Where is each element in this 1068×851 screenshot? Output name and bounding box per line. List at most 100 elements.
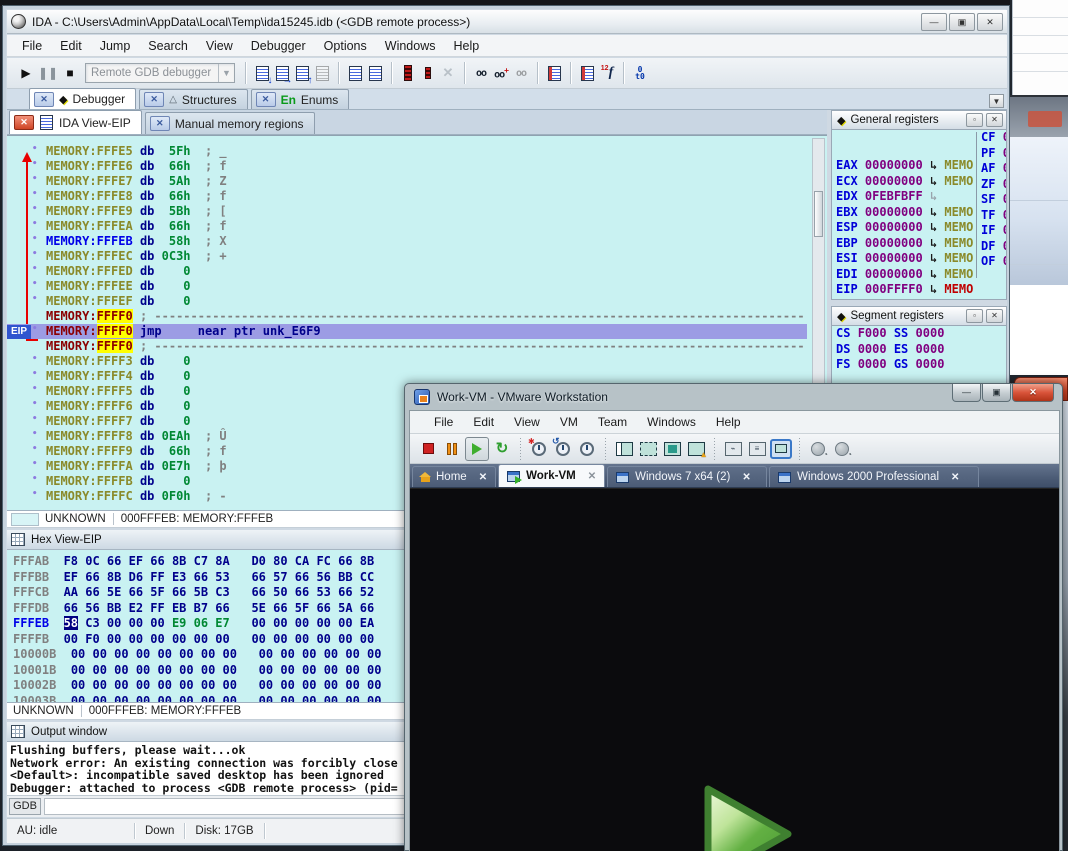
tab-enums[interactable]: ✕ En Enums	[250, 89, 350, 109]
vm-tab-home[interactable]: Home ✕	[412, 466, 497, 487]
menu-item-windows[interactable]: Windows	[376, 37, 445, 55]
flag-row[interactable]: SF 0	[981, 192, 1006, 208]
open-threads-icon[interactable]	[365, 62, 385, 84]
vm-tab-windows-7-x64-2-[interactable]: Windows 7 x64 (2) ✕	[607, 466, 768, 487]
trace-icon[interactable]: 0 t0	[630, 62, 650, 84]
watch-icon[interactable]: oo	[471, 62, 491, 84]
revert-snapshot-icon[interactable]	[551, 436, 575, 461]
fit-window-icon[interactable]	[660, 437, 684, 461]
menu-item-file[interactable]: File	[13, 37, 51, 55]
menu-item-help[interactable]: Help	[444, 37, 488, 55]
pause-process-icon[interactable]: ❚❚	[37, 62, 59, 84]
fit-guest-icon[interactable]	[636, 437, 660, 461]
disasm-line[interactable]: MEMORY:FFFF0 ; -------------------------…	[7, 309, 811, 324]
step-into-icon[interactable]	[252, 62, 273, 86]
reset-icon[interactable]: ↻	[490, 437, 514, 461]
delete-icon[interactable]: ✕	[438, 62, 458, 84]
close-tab-icon[interactable]: ✕	[34, 91, 54, 107]
disasm-line[interactable]: • MEMORY:FFFE6 db 66h ; f	[7, 159, 811, 174]
menu-item-view[interactable]: View	[197, 37, 242, 55]
register-row[interactable]: EBX 00000000 ↳ MEMO	[832, 205, 1006, 221]
disasm-line[interactable]: • MEMORY:FFFEE db 0	[7, 279, 811, 294]
tab-debugger[interactable]: ✕ ◆ Debugger	[29, 88, 137, 109]
unity-warning-icon[interactable]	[684, 437, 708, 461]
snapshot-manager-icon[interactable]	[575, 437, 599, 461]
run-to-cursor-icon[interactable]	[312, 62, 332, 84]
close-tab-icon[interactable]: ✕	[255, 92, 276, 107]
disasm-line[interactable]: • MEMORY:FFFEA db 66h ; f	[7, 219, 811, 234]
vm-menu-item-windows[interactable]: Windows	[637, 413, 706, 431]
disasm-line[interactable]: • MEMORY:FFFF0 jmp near ptr unk_E6F9	[7, 324, 807, 339]
maximize-icon[interactable]: ▣	[982, 384, 1011, 402]
vmware-titlebar[interactable]: Work-VM - VMware Workstation — ▣ ✕	[405, 384, 1062, 410]
add-breakpoint-icon[interactable]	[418, 62, 438, 84]
flag-row[interactable]: IF 0	[981, 223, 1006, 239]
register-row[interactable]: EBP 00000000 ↳ MEMO	[832, 236, 1006, 252]
disasm-line[interactable]: • MEMORY:FFFF3 db 0	[7, 354, 811, 369]
menu-item-search[interactable]: Search	[139, 37, 197, 55]
segment-register-row[interactable]: CS F000 SS 0000	[832, 326, 1006, 342]
close-tab-icon[interactable]: ✕	[742, 472, 750, 483]
library-view-icon[interactable]	[769, 437, 793, 461]
disasm-line[interactable]: • MEMORY:FFFED db 0	[7, 264, 811, 279]
close-icon[interactable]: ✕	[1012, 384, 1054, 402]
menu-item-edit[interactable]: Edit	[51, 37, 91, 55]
close-tab-icon[interactable]: ✕	[144, 92, 165, 107]
close-panel-icon[interactable]: ✕	[986, 309, 1003, 323]
vm-menu-item-help[interactable]: Help	[706, 413, 751, 431]
register-row[interactable]: EDI 00000000 ↳ MEMO	[832, 267, 1006, 283]
menu-item-debugger[interactable]: Debugger	[242, 37, 315, 55]
restore-panel-icon[interactable]: ▫	[966, 113, 983, 127]
function-list-icon[interactable]: 12f	[597, 62, 617, 84]
register-row[interactable]: EAX 00000000 ↳ MEMO	[832, 158, 1006, 174]
menu-item-jump[interactable]: Jump	[91, 37, 140, 55]
restore-panel-icon[interactable]: ▫	[966, 309, 983, 323]
register-row[interactable]: EIP 000FFFF0 ↳ MEMO	[832, 282, 1006, 298]
vm-tab-work-vm[interactable]: Work-VM ✕	[498, 464, 606, 487]
flag-row[interactable]: TF 0	[981, 208, 1006, 224]
show-sidebar-icon[interactable]	[612, 437, 636, 461]
flag-row[interactable]: OF 0	[981, 254, 1006, 270]
power-off-icon[interactable]	[416, 437, 440, 461]
close-panel-icon[interactable]: ✕	[986, 113, 1003, 127]
segment-list-icon[interactable]	[577, 62, 597, 84]
run-until-return-icon[interactable]	[292, 62, 313, 86]
vm-console-screen[interactable]	[410, 488, 1059, 851]
flag-row[interactable]: PF 0	[981, 146, 1006, 162]
vm-menu-item-edit[interactable]: Edit	[463, 413, 504, 431]
flag-row[interactable]: ZF 0	[981, 177, 1006, 193]
vm-menu-item-vm[interactable]: VM	[550, 413, 588, 431]
minimize-icon[interactable]: —	[952, 384, 981, 402]
vm-menu-item-team[interactable]: Team	[588, 413, 637, 431]
flag-row[interactable]: DF 0	[981, 239, 1006, 255]
disasm-line[interactable]: • MEMORY:FFFEB db 58h ; X	[7, 234, 811, 249]
manage-vms-icon[interactable]	[830, 437, 854, 461]
debugger-selector[interactable]: Remote GDB debugger ▼	[85, 63, 235, 83]
disasm-line[interactable]: • MEMORY:FFFE5 db 5Fh ; _	[7, 144, 811, 159]
register-row[interactable]: EFL 00000002	[832, 298, 1006, 300]
add-watch-icon[interactable]: oo+	[491, 62, 511, 84]
console-view-icon[interactable]: ⌁	[721, 437, 745, 461]
general-registers-body[interactable]: EAX 00000000 ↳ MEMO ECX 00000000 ↳ MEMO ED…	[831, 130, 1007, 300]
tab-overflow-icon[interactable]: ▼	[989, 94, 1004, 108]
register-row[interactable]: ESI 00000000 ↳ MEMO	[832, 251, 1006, 267]
tab-structures[interactable]: ✕ △ Structures	[139, 89, 248, 109]
close-icon[interactable]: ✕	[977, 13, 1003, 31]
remove-watch-icon[interactable]: oo	[511, 62, 531, 84]
close-tab-icon[interactable]: ✕	[149, 116, 170, 131]
power-on-icon[interactable]	[464, 436, 490, 461]
disasm-line[interactable]: • MEMORY:FFFF4 db 0	[7, 369, 811, 384]
ida-titlebar[interactable]: IDA - C:\Users\Admin\AppData\Local\Temp\…	[7, 10, 1007, 34]
disasm-line[interactable]: MEMORY:FFFF0 ; -------------------------…	[7, 339, 811, 354]
step-over-icon[interactable]	[272, 62, 293, 86]
flag-row[interactable]: CF 0	[981, 130, 1006, 146]
suspend-icon[interactable]	[440, 437, 464, 461]
general-registers-titlebar[interactable]: ◆ General registers ▫ ✕	[831, 110, 1007, 130]
module-list-icon[interactable]	[544, 62, 564, 84]
open-stack-icon[interactable]	[345, 62, 365, 84]
register-row[interactable]: ESP 00000000 ↳ MEMO	[832, 220, 1006, 236]
disasm-line[interactable]: • MEMORY:FFFE8 db 66h ; f	[7, 189, 811, 204]
menu-item-options[interactable]: Options	[315, 37, 376, 55]
disasm-line[interactable]: • MEMORY:FFFEC db 0C3h ; +	[7, 249, 811, 264]
vm-tab-windows-2000-professional[interactable]: Windows 2000 Professional ✕	[769, 466, 980, 487]
